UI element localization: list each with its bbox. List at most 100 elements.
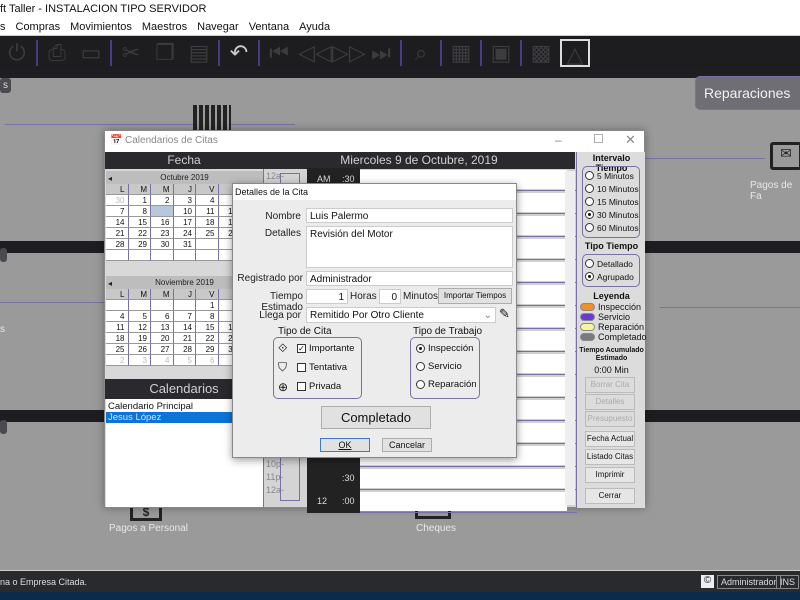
day-cell[interactable]: 1 xyxy=(196,300,219,311)
radio-option[interactable]: Detallado xyxy=(585,257,639,270)
checkbox-option[interactable]: ⊕ Privada xyxy=(278,377,361,396)
day-cell[interactable]: 24 xyxy=(173,228,196,239)
day-cell[interactable]: 25 xyxy=(106,344,129,355)
ok-button[interactable]: OK xyxy=(320,438,370,452)
radio-button[interactable] xyxy=(416,379,425,389)
close-button[interactable]: ✕ xyxy=(625,132,636,148)
day-cell[interactable]: 1 xyxy=(128,195,151,206)
day-cell[interactable]: 29 xyxy=(196,344,219,355)
slot-body[interactable] xyxy=(360,492,567,511)
day-cell[interactable]: 3 xyxy=(128,355,151,366)
day-cell[interactable]: 8 xyxy=(128,206,151,217)
llega-select[interactable]: Remitido Por Otro Cliente ⌄ xyxy=(306,307,496,323)
day-cell[interactable]: 6 xyxy=(196,355,219,366)
menu-item[interactable]: s xyxy=(0,21,6,35)
radio-option[interactable]: Inspección xyxy=(416,339,479,357)
monitor-icon[interactable]: ▭ xyxy=(76,39,106,67)
day-cell[interactable]: 7 xyxy=(173,311,196,322)
radio-button[interactable] xyxy=(585,210,594,219)
menu-item[interactable]: Compras xyxy=(16,21,61,35)
day-cell[interactable]: 22 xyxy=(196,333,219,344)
day-cell[interactable]: 26 xyxy=(128,344,151,355)
radio-button[interactable] xyxy=(585,223,594,232)
pencil-icon[interactable]: ✎ xyxy=(499,306,510,322)
day-cell[interactable]: 14 xyxy=(173,322,196,333)
prev-month-button[interactable]: ◂ xyxy=(108,277,112,290)
radio-button[interactable] xyxy=(416,361,425,371)
day-cell[interactable]: 8 xyxy=(196,311,219,322)
day-cell[interactable]: 4 xyxy=(106,311,129,322)
day-cell[interactable] xyxy=(106,250,129,261)
print-icon[interactable]: ⎙ xyxy=(42,39,72,67)
prev-icon[interactable]: ◁◁ xyxy=(298,39,332,67)
day-cell[interactable]: 2 xyxy=(106,355,129,366)
day-cell[interactable]: 28 xyxy=(173,344,196,355)
side-button[interactable] xyxy=(0,420,7,434)
checkbox[interactable] xyxy=(297,382,306,391)
radio-option[interactable]: 5 Minutos xyxy=(585,169,639,182)
menu-item[interactable]: Navegar xyxy=(197,21,239,35)
day-cell[interactable]: 19 xyxy=(128,333,151,344)
day-cell[interactable]: 31 xyxy=(173,239,196,250)
day-cell[interactable]: 30 xyxy=(106,195,129,206)
day-cell[interactable] xyxy=(106,300,129,311)
borrar-cita-button[interactable]: Borrar Cita xyxy=(585,377,635,393)
day-cell[interactable]: 22 xyxy=(128,228,151,239)
day-cell[interactable]: 9 xyxy=(151,206,174,217)
grid-icon[interactable]: ▩ xyxy=(526,39,556,67)
day-cell[interactable]: 11 xyxy=(196,206,219,217)
checkbox[interactable] xyxy=(297,363,306,372)
day-cell[interactable]: 30 xyxy=(151,239,174,250)
barcode-icon[interactable] xyxy=(193,105,231,131)
reparaciones-button[interactable]: Reparaciones xyxy=(695,76,800,110)
nombre-input[interactable]: Luis Palermo xyxy=(306,208,513,223)
day-cell[interactable]: 28 xyxy=(106,239,129,250)
maximize-button[interactable]: ☐ xyxy=(593,132,604,146)
menu-item[interactable]: Movimientos xyxy=(70,21,132,35)
day-cell[interactable]: 10 xyxy=(173,206,196,217)
cerrar-button[interactable]: Cerrar xyxy=(585,488,635,504)
cheques-label[interactable]: Cheques xyxy=(416,523,456,534)
next-icon[interactable]: ▷▷ xyxy=(332,39,366,67)
menu-item[interactable]: Ventana xyxy=(249,21,289,35)
time-slot[interactable]: 12:00 xyxy=(307,490,577,513)
menu-item[interactable]: Ayuda xyxy=(299,21,330,35)
radio-button[interactable] xyxy=(585,272,594,281)
registrado-input[interactable]: Administrador xyxy=(306,271,513,286)
day-cell[interactable]: 21 xyxy=(173,333,196,344)
horas-input[interactable]: 1 xyxy=(306,289,348,304)
day-cell[interactable] xyxy=(151,300,174,311)
radio-option[interactable]: 10 Minutos xyxy=(585,182,639,195)
radio-button[interactable] xyxy=(585,259,594,268)
cash-icon[interactable]: ▣ xyxy=(486,39,516,67)
cut-icon[interactable]: ✂ xyxy=(116,39,146,67)
radio-option[interactable]: Agrupado xyxy=(585,270,639,283)
day-cell[interactable]: 11 xyxy=(106,322,129,333)
day-cell[interactable] xyxy=(128,300,151,311)
day-cell[interactable]: 29 xyxy=(128,239,151,250)
side-button[interactable] xyxy=(0,248,7,262)
detalles-textarea[interactable]: Revisión del Motor xyxy=(306,226,513,268)
prev-month-button[interactable]: ◂ xyxy=(108,172,112,185)
pagos-fa-label[interactable]: Pagos de Fa xyxy=(750,180,800,202)
day-cell[interactable] xyxy=(196,250,219,261)
day-cell[interactable]: 12 xyxy=(128,322,151,333)
radio-button[interactable] xyxy=(585,197,594,206)
checkbox[interactable]: ✓ xyxy=(297,344,306,353)
radio-option[interactable]: Servicio xyxy=(416,357,479,375)
detalles-button[interactable]: Detalles xyxy=(585,394,635,410)
radio-button[interactable] xyxy=(585,171,594,180)
radio-option[interactable]: Reparación xyxy=(416,375,479,393)
day-cell[interactable]: 16 xyxy=(151,217,174,228)
side-button[interactable]: s xyxy=(0,78,11,93)
radio-option[interactable]: 15 Minutos xyxy=(585,195,639,208)
cancelar-button[interactable]: Cancelar xyxy=(382,438,432,452)
day-cell[interactable]: 15 xyxy=(196,322,219,333)
menu-item[interactable]: Maestros xyxy=(142,21,187,35)
day-cell[interactable] xyxy=(151,250,174,261)
power-icon[interactable]: ⏻ xyxy=(2,39,32,67)
listado-citas-button[interactable]: Listado Citas xyxy=(585,449,635,465)
presupuesto-button[interactable]: Presupuesto xyxy=(585,411,635,427)
day-cell[interactable]: 21 xyxy=(106,228,129,239)
day-cell[interactable]: 3 xyxy=(173,195,196,206)
